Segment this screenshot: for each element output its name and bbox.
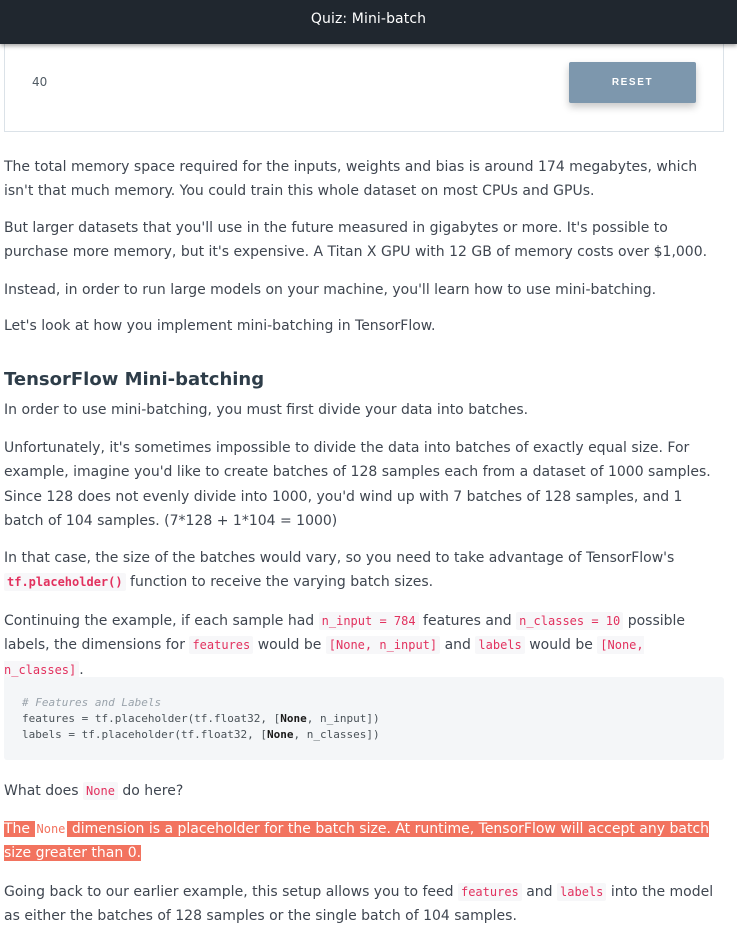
text: and xyxy=(521,884,558,900)
code-comment: # Features and Labels xyxy=(22,696,162,709)
quiz-widget: 40 RESET xyxy=(4,40,724,132)
quiz-value: 40 xyxy=(32,75,48,89)
paragraph-placeholder: In that case, the size of the batches wo… xyxy=(4,546,724,595)
paragraph-unfortunately: Unfortunately, it's sometimes impossible… xyxy=(4,440,711,529)
text: function to receive the varying batch si… xyxy=(125,574,434,591)
inline-code: None xyxy=(34,821,68,837)
text: . xyxy=(79,661,84,678)
inline-code: n_classes = 10 xyxy=(516,612,624,630)
inline-code: n_input = 784 xyxy=(318,612,419,630)
inline-code: tf.placeholder() xyxy=(4,573,126,592)
inline-code: [None, n_input] xyxy=(325,636,441,655)
code-keyword: None xyxy=(280,712,307,725)
text: The xyxy=(4,821,35,837)
paragraph-lets-look: Let's look at how you implement mini-bat… xyxy=(4,318,436,334)
paragraph-dimensions: Continuing the example, if each sample h… xyxy=(4,609,724,682)
section-heading: TensorFlow Mini-batching xyxy=(4,369,265,390)
text: would be xyxy=(253,637,326,654)
code-content: # Features and Labels features = tf.plac… xyxy=(22,695,380,743)
inline-code: features xyxy=(189,636,254,655)
inline-code: features xyxy=(457,883,522,901)
inline-code: labels xyxy=(475,636,525,655)
inline-code: None xyxy=(83,782,118,800)
text: do here? xyxy=(117,783,184,799)
paragraph-instead: Instead, in order to run large models on… xyxy=(4,282,657,298)
text: and xyxy=(440,637,476,654)
text: In that case, the size of the batches wo… xyxy=(4,550,675,566)
page-title: Quiz: Mini-batch xyxy=(310,11,427,27)
highlighted-text: The None dimension is a placeholder for … xyxy=(4,821,710,862)
text: What does xyxy=(4,783,84,799)
code-text: features = tf.placeholder(tf.float32, [ xyxy=(22,712,281,725)
paragraph-answer-highlighted: The None dimension is a placeholder for … xyxy=(4,817,724,866)
code-text: labels = tf.placeholder(tf.float32, [ xyxy=(22,728,268,741)
code-keyword: None xyxy=(267,728,294,741)
paragraph-larger-datasets: But larger datasets that you'll use in t… xyxy=(4,220,708,261)
paragraph-question: What does None do here? xyxy=(4,779,724,803)
text: would be xyxy=(524,637,598,654)
paragraph-memory: The total memory space required for the … xyxy=(4,159,698,200)
paragraph-going-back: Going back to our earlier example, this … xyxy=(4,880,724,929)
text: features and xyxy=(418,613,517,629)
reset-button[interactable]: RESET xyxy=(569,62,696,103)
code-text: , n_classes]) xyxy=(293,728,380,741)
paragraph-divide: In order to use mini-batching, you must … xyxy=(4,402,529,418)
text: Continuing the example, if each sample h… xyxy=(4,613,319,629)
code-block: # Features and Labels features = tf.plac… xyxy=(4,677,724,760)
inline-code: labels xyxy=(557,883,607,901)
code-text: , n_input]) xyxy=(306,712,380,725)
text: Going back to our earlier example, this … xyxy=(4,884,458,900)
text: dimension is a placeholder for the batch… xyxy=(4,821,710,862)
top-bar: Quiz: Mini-batch xyxy=(0,0,737,44)
